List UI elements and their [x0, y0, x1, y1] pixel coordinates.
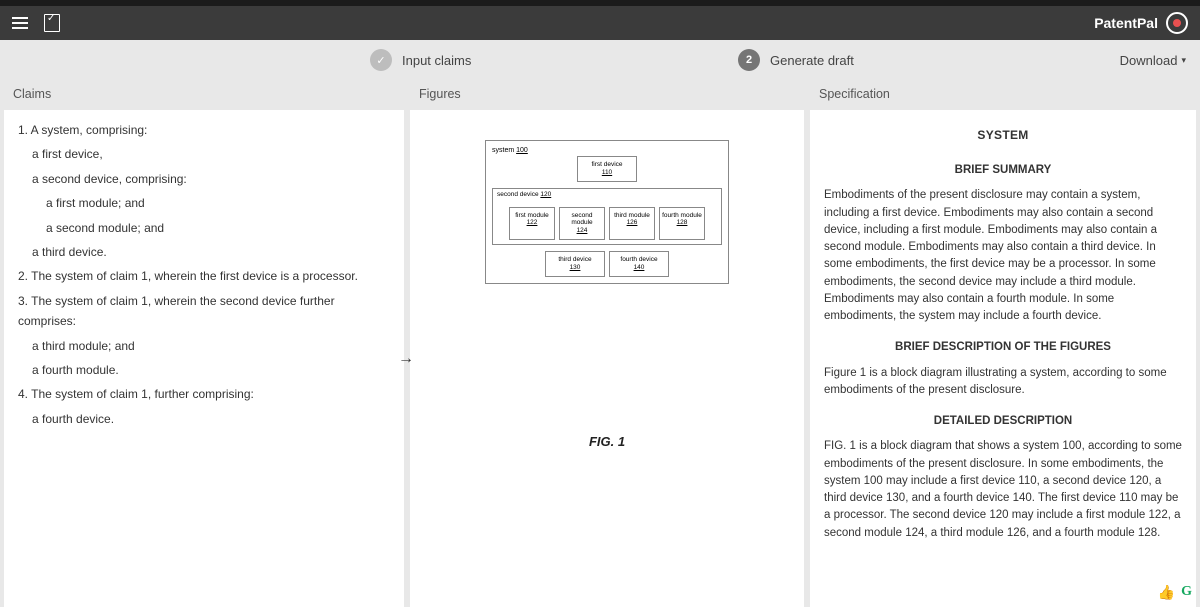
claim-line: 2. The system of claim 1, wherein the fi… — [18, 266, 390, 286]
box-ref: 126 — [612, 219, 652, 227]
chevron-down-icon: ▾ — [1181, 55, 1186, 66]
arrow-right-icon: → — [398, 350, 414, 368]
box-ref: 120 — [540, 191, 551, 198]
thumbs-up-icon[interactable]: 👍 — [1158, 584, 1175, 601]
download-label: Download — [1120, 53, 1178, 68]
box-label: fourth module — [662, 212, 702, 220]
specification-panel: Specification SYSTEM BRIEF SUMMARY Embod… — [810, 80, 1196, 607]
figures-panel: Figures system 100 first device 110 seco… — [410, 80, 804, 607]
claims-header: Claims — [4, 80, 404, 110]
grammarly-icon[interactable]: G — [1181, 584, 1192, 601]
brand-name: PatentPal — [1094, 15, 1158, 31]
spec-heading-figures: BRIEF DESCRIPTION OF THE FIGURES — [824, 339, 1182, 356]
second-device-box: second device 120 first module 122 secon… — [492, 188, 722, 245]
system-ref: 100 — [516, 147, 528, 154]
claims-panel: Claims 1. A system, comprising: a first … — [4, 80, 404, 607]
box-label: second module — [562, 212, 602, 228]
specification-body[interactable]: SYSTEM BRIEF SUMMARY Embodiments of the … — [810, 110, 1196, 560]
module-box: second module 124 — [559, 207, 605, 240]
download-button[interactable]: Download ▾ — [1120, 53, 1186, 68]
first-device-box: first device 110 — [577, 156, 637, 182]
claim-line: 1. A system, comprising: — [18, 120, 390, 140]
claim-line: a third module; and — [18, 336, 390, 356]
document-icon[interactable] — [44, 14, 60, 32]
spec-title: SYSTEM — [824, 126, 1182, 144]
step-generate-draft[interactable]: 2 Generate draft — [738, 49, 854, 71]
box-label: third device — [548, 256, 602, 264]
spec-paragraph: Embodiments of the present disclosure ma… — [824, 187, 1182, 325]
box-label: fourth device — [612, 256, 666, 264]
app-bar: PatentPal — [0, 6, 1200, 40]
box-label: second device — [497, 191, 539, 198]
specification-header: Specification — [810, 80, 1196, 110]
claim-line: a first device, — [18, 144, 390, 164]
claims-body[interactable]: 1. A system, comprising: a first device,… — [4, 110, 404, 443]
fourth-device-box: fourth device 140 — [609, 251, 669, 277]
floating-icons: 👍 G — [1158, 584, 1192, 601]
claim-line: a second device, comprising: — [18, 169, 390, 189]
spec-paragraph: FIG. 1 is a block diagram that shows a s… — [824, 438, 1182, 542]
third-device-box: third device 130 — [545, 251, 605, 277]
claim-line: a first module; and — [18, 193, 390, 213]
module-box: first module 122 — [509, 207, 555, 240]
box-ref: 110 — [580, 169, 634, 177]
system-label: system — [492, 147, 514, 154]
box-label: third module — [612, 212, 652, 220]
figure-1-diagram: system 100 first device 110 second devic… — [485, 140, 729, 284]
stepper-row: ✓ Input claims 2 Generate draft Download… — [0, 40, 1200, 80]
spec-heading-detailed: DETAILED DESCRIPTION — [824, 413, 1182, 430]
box-label: first device — [580, 161, 634, 169]
box-ref: 124 — [562, 227, 602, 235]
module-box: third module 126 — [609, 207, 655, 240]
claim-line: 3. The system of claim 1, wherein the se… — [18, 291, 390, 332]
brand-logo-icon — [1166, 12, 1188, 34]
main-area: Claims 1. A system, comprising: a first … — [0, 80, 1200, 607]
step-label: Input claims — [402, 53, 471, 68]
box-ref: 130 — [548, 264, 602, 272]
box-ref: 128 — [662, 219, 702, 227]
box-label: first module — [512, 212, 552, 220]
check-icon: ✓ — [370, 49, 392, 71]
step-label: Generate draft — [770, 53, 854, 68]
menu-icon[interactable] — [12, 17, 28, 29]
claim-line: a fourth device. — [18, 409, 390, 429]
spec-heading-summary: BRIEF SUMMARY — [824, 162, 1182, 179]
figure-caption: FIG. 1 — [470, 434, 744, 449]
claim-line: 4. The system of claim 1, further compri… — [18, 384, 390, 404]
claim-line: a third device. — [18, 242, 390, 262]
box-ref: 140 — [612, 264, 666, 272]
claim-line: a fourth module. — [18, 360, 390, 380]
box-ref: 122 — [512, 219, 552, 227]
claim-line: a second module; and — [18, 218, 390, 238]
spec-paragraph: Figure 1 is a block diagram illustrating… — [824, 365, 1182, 400]
figures-header: Figures — [410, 80, 804, 110]
figure-canvas[interactable]: system 100 first device 110 second devic… — [410, 110, 804, 459]
step-input-claims[interactable]: ✓ Input claims — [370, 49, 471, 71]
step-number-icon: 2 — [738, 49, 760, 71]
module-box: fourth module 128 — [659, 207, 705, 240]
